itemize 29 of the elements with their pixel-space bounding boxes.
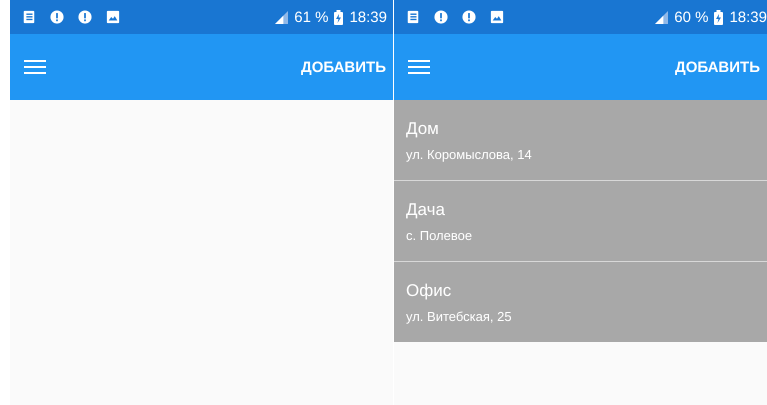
battery-charging-icon [714,10,724,24]
place-item[interactable]: Дом ул. Коромыслова, 14 [394,100,767,180]
image-icon [490,10,504,24]
place-name: Офис [406,280,452,300]
place-name: Дом [406,118,440,138]
place-item[interactable]: Офис ул. Витебская, 25 [394,262,767,342]
menu-icon[interactable] [24,59,46,75]
alert-icon [462,10,476,24]
alert-icon [78,10,92,24]
place-address: ул. Коромыслова, 14 [406,146,533,162]
place-address: ул. Витебская, 25 [406,308,513,324]
menu-icon[interactable] [408,59,430,75]
place-item[interactable]: Дача с. Полевое [394,181,767,261]
place-name: Дача [406,200,446,220]
news-icon [22,10,36,24]
add-button[interactable]: ДОБАВИТЬ [667,50,767,84]
battery-percentage: 61 % [294,8,328,26]
signal-icon [655,10,668,24]
add-button[interactable]: ДОБАВИТЬ [293,50,393,84]
clock-time: 18:39 [729,8,767,26]
alert-icon [434,10,448,24]
place-address: с. Полевое [406,228,474,242]
image-icon [106,10,120,24]
battery-charging-icon [334,10,344,24]
signal-icon [275,10,288,24]
battery-percentage: 60 % [674,8,708,26]
news-icon [406,10,420,24]
alert-icon [50,10,64,24]
clock-time: 18:39 [349,8,387,26]
